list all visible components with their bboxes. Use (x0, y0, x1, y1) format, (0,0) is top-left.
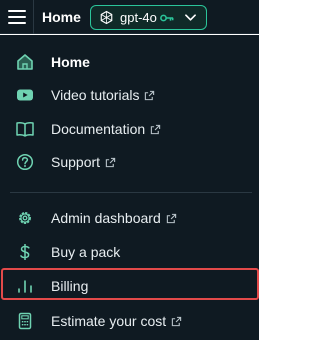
gear-icon (19, 212, 31, 224)
menu-item-video-tutorials[interactable]: Video tutorials (0, 79, 259, 111)
external-link-icon (171, 316, 182, 327)
menu-item-label: Billing (51, 278, 89, 294)
menu-item-label: Buy a pack (51, 244, 121, 260)
bar-chart-icon (18, 280, 32, 293)
model-selector[interactable]: gpt-4o (90, 5, 207, 30)
external-link-icon (145, 90, 155, 101)
top-bar: Home gpt-4o (0, 0, 259, 34)
menu-item-label: Support (51, 154, 116, 170)
book-icon (16, 122, 34, 137)
menu-item-buy-a-pack[interactable]: Buy a pack (0, 236, 259, 268)
menu-item-billing[interactable]: Billing (0, 270, 259, 302)
youtube-icon (17, 89, 33, 101)
menu-item-home[interactable]: Home (0, 46, 259, 78)
menu-item-support[interactable]: Support (0, 146, 259, 178)
hamburger-menu-icon[interactable] (8, 10, 26, 25)
navigation-menu: Home Video tutorials Documentation Suppo… (0, 35, 259, 340)
menu-item-label: Home (51, 54, 90, 70)
menu-item-admin-dashboard[interactable]: Admin dashboard (0, 202, 259, 234)
menu-item-label: Video tutorials (51, 87, 155, 103)
menu-item-label: Documentation (51, 121, 161, 137)
openai-icon (100, 10, 113, 25)
question-circle-icon (16, 153, 34, 171)
menu-item-estimate-your-cost[interactable]: Estimate your cost (0, 305, 259, 337)
calculator-icon (18, 312, 32, 330)
chevron-down-icon (185, 14, 196, 21)
external-link-icon (105, 157, 116, 168)
model-name: gpt-4o (120, 10, 157, 25)
key-icon (160, 14, 174, 22)
home-icon (17, 54, 33, 70)
external-link-icon (150, 124, 161, 135)
page-title: Home (42, 9, 81, 25)
menu-divider (10, 192, 252, 193)
menu-item-documentation[interactable]: Documentation (0, 113, 259, 145)
dollar-icon (20, 244, 30, 260)
menu-item-label: Estimate your cost (51, 313, 182, 329)
menu-item-label: Admin dashboard (51, 210, 177, 226)
topbar-divider (33, 0, 34, 34)
external-link-icon (166, 213, 176, 224)
